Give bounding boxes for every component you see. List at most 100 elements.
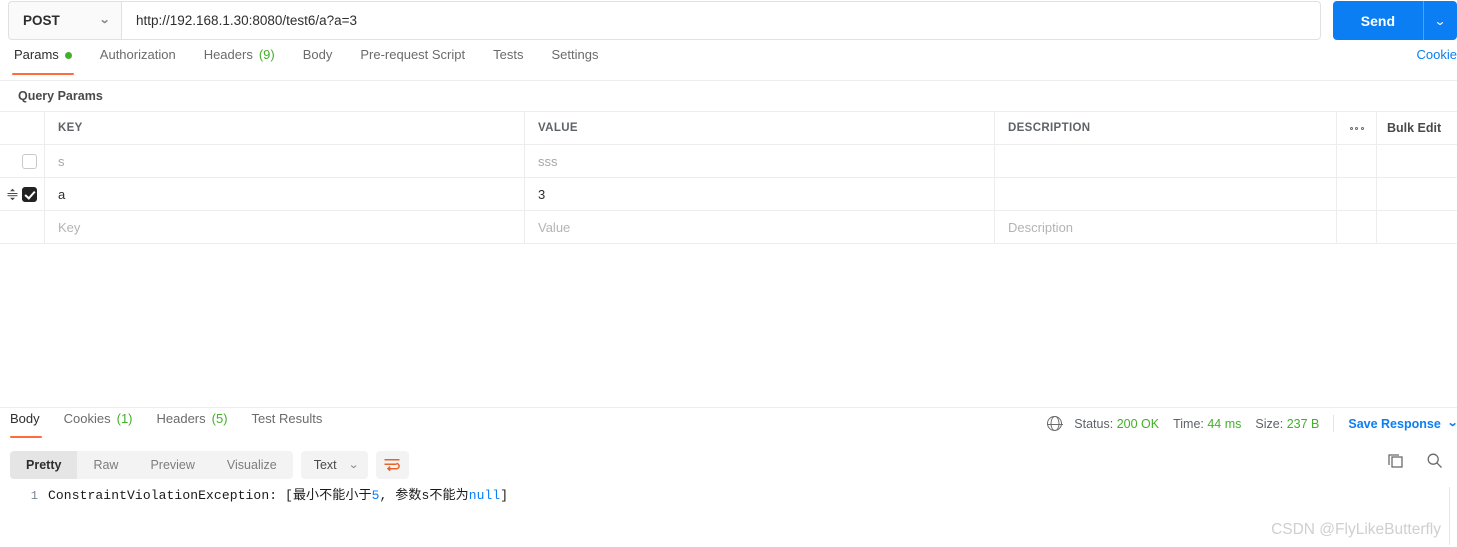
row-spacer-right — [1377, 145, 1457, 177]
table-row: a 3 — [0, 178, 1457, 211]
view-mode-visualize[interactable]: Visualize — [211, 451, 293, 479]
status-label: Status: — [1074, 416, 1114, 431]
globe-icon[interactable] — [1046, 416, 1063, 431]
cookies-link[interactable]: Cookie — [1417, 46, 1457, 64]
search-button[interactable] — [1426, 452, 1443, 469]
table-options-button[interactable] — [1337, 112, 1377, 144]
row-value-input[interactable]: 3 — [525, 178, 995, 210]
response-tabs: Body Cookies (1) Headers (5) Test Result… — [0, 410, 760, 442]
time-label: Time: — [1173, 416, 1204, 431]
response-action-icons — [1387, 452, 1443, 469]
row-spacer — [1337, 211, 1377, 243]
request-url-bar: POST ⌄ http://192.168.1.30:8080/test6/a?… — [0, 0, 1457, 42]
send-options-button[interactable]: ⌄ — [1423, 1, 1457, 40]
row-spacer — [1337, 145, 1377, 177]
header-grip-cell — [0, 112, 45, 144]
http-method-label: POST — [23, 13, 60, 28]
tab-settings[interactable]: Settings — [537, 46, 612, 75]
chevron-down-icon: ⌄ — [1434, 13, 1447, 28]
row-enable-checkbox[interactable] — [22, 153, 37, 169]
row-key-input[interactable]: s — [45, 145, 525, 177]
row-description-input[interactable] — [995, 178, 1337, 210]
response-status-bar: Status: 200 OK Time: 44 ms Size: 237 B S… — [1046, 415, 1457, 432]
tab-test-results[interactable]: Test Results — [240, 410, 335, 438]
copy-button[interactable] — [1387, 452, 1404, 469]
send-button-group: Send ⌄ — [1332, 1, 1457, 40]
tab-response-body-label: Body — [10, 411, 40, 426]
send-button[interactable]: Send — [1332, 1, 1423, 40]
size-label: Size: — [1255, 416, 1284, 431]
column-header-description: DESCRIPTION — [995, 112, 1337, 144]
tab-settings-label: Settings — [551, 47, 599, 62]
violation-message-2-null: null — [468, 488, 501, 503]
status-value: 200 OK — [1116, 416, 1160, 431]
tab-tests[interactable]: Tests — [479, 46, 537, 75]
row-key-input[interactable]: a — [45, 178, 525, 210]
query-params-title: Query Params — [18, 89, 103, 103]
more-options-icon — [1349, 126, 1364, 130]
table-new-row: Key Value Description — [0, 211, 1457, 244]
tab-params[interactable]: Params — [0, 46, 86, 75]
save-response-label: Save Response — [1348, 416, 1441, 431]
tab-authorization-label: Authorization — [99, 47, 176, 62]
chevron-down-icon: ⌄ — [347, 458, 360, 471]
request-tabs: Params Authorization Headers (9) Body Pr… — [0, 46, 1457, 81]
row-spacer-right — [1377, 211, 1457, 243]
tab-response-cookies[interactable]: Cookies (1) — [52, 410, 145, 438]
tab-params-label: Params — [14, 47, 59, 62]
view-mode-segmented-control: Pretty Raw Preview Visualize — [10, 451, 293, 479]
row-controls — [0, 178, 45, 210]
size-value: 237 B — [1286, 416, 1320, 431]
view-mode-pretty[interactable]: Pretty — [10, 451, 78, 479]
tab-response-headers[interactable]: Headers (5) — [145, 410, 240, 438]
row-controls — [0, 211, 45, 243]
table-header-row: KEY VALUE DESCRIPTION Bulk Edit — [0, 112, 1457, 145]
drag-handle-icon[interactable] — [7, 188, 18, 201]
url-input[interactable]: http://192.168.1.30:8080/test6/a?a=3 — [121, 1, 1321, 40]
url-text: http://192.168.1.30:8080/test6/a?a=3 — [136, 13, 358, 28]
watermark: CSDN @FlyLikeButterfly — [1271, 521, 1441, 538]
tab-response-cookies-count: (1) — [116, 411, 133, 426]
save-response-button[interactable]: Save Response ⌄ — [1348, 417, 1457, 431]
status-code: Status: 200 OK — [1074, 417, 1159, 431]
tab-authorization[interactable]: Authorization — [86, 46, 190, 75]
search-icon — [1427, 453, 1442, 468]
row-description-input[interactable] — [995, 145, 1337, 177]
column-header-value: VALUE — [525, 112, 995, 144]
violation-message-2-text: 参数s不能为 — [395, 488, 469, 503]
bulk-edit-button[interactable]: Bulk Edit — [1377, 112, 1457, 144]
word-wrap-icon — [384, 459, 401, 472]
response-format-label: Text — [313, 458, 337, 472]
tab-response-body[interactable]: Body — [0, 410, 52, 438]
response-body-viewer[interactable]: 1 ConstraintViolationException: [最小不能小于5… — [0, 485, 1457, 547]
response-divider — [0, 407, 1457, 408]
row-spacer-right — [1377, 178, 1457, 210]
response-exception-name: ConstraintViolationException: — [48, 488, 286, 503]
time-value: 44 ms — [1207, 416, 1242, 431]
row-value-input[interactable]: sss — [525, 145, 995, 177]
response-format-select[interactable]: Text ⌄ — [300, 451, 368, 479]
bracket-close: ] — [500, 488, 509, 503]
tab-body[interactable]: Body — [289, 46, 347, 75]
word-wrap-button[interactable] — [375, 451, 409, 479]
row-enable-checkbox[interactable] — [22, 186, 37, 202]
new-row-value-input[interactable]: Value — [525, 211, 995, 243]
code-line: 1 ConstraintViolationException: [最小不能小于5… — [0, 485, 1457, 507]
tab-headers[interactable]: Headers (9) — [190, 46, 289, 75]
tab-response-headers-count: (5) — [211, 411, 228, 426]
response-body-scrollbar[interactable] — [1449, 487, 1454, 545]
tab-pre-request-script-label: Pre-request Script — [360, 47, 466, 62]
new-row-key-input[interactable]: Key — [45, 211, 525, 243]
copy-icon — [1388, 454, 1403, 468]
message-separator: , — [379, 488, 396, 503]
view-mode-preview[interactable]: Preview — [134, 451, 210, 479]
http-method-select[interactable]: POST ⌄ — [8, 1, 121, 40]
view-mode-raw[interactable]: Raw — [77, 451, 134, 479]
response-body-text: ConstraintViolationException: [最小不能小于5, … — [48, 485, 508, 507]
tab-response-cookies-label: Cookies — [63, 411, 111, 426]
chevron-down-icon: ⌄ — [1446, 417, 1457, 429]
new-row-description-input[interactable]: Description — [995, 211, 1337, 243]
tab-pre-request-script[interactable]: Pre-request Script — [346, 46, 479, 75]
bracket-open: [ — [285, 488, 293, 503]
response-time: Time: 44 ms — [1173, 417, 1241, 431]
